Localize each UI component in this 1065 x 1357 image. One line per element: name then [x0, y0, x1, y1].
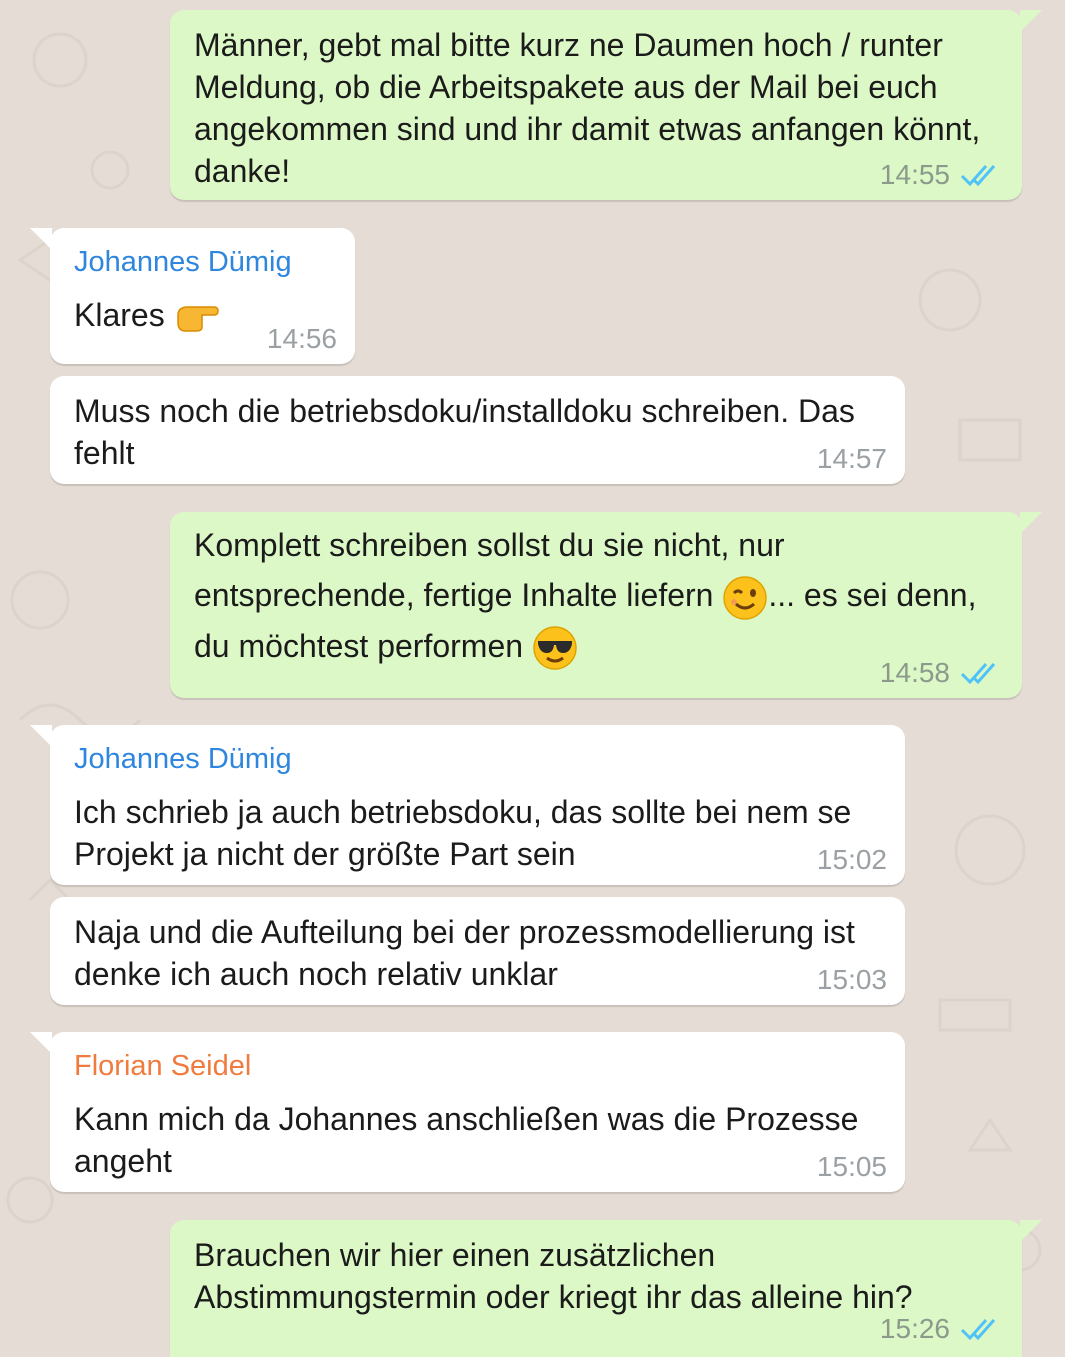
- message-bubble-outgoing[interactable]: Männer, gebt mal bitte kurz ne Daumen ho…: [170, 10, 1042, 200]
- sender-name: Florian Seidel: [74, 1050, 252, 1082]
- message-meta: 14:55: [880, 160, 1004, 190]
- message-text: Männer, gebt mal bitte kurz ne Daumen ho…: [194, 27, 990, 189]
- sender-name: Johannes Dümig: [74, 743, 292, 775]
- message-bubble-incoming[interactable]: Johannes Dümig Ich schrieb ja auch betri…: [30, 725, 905, 885]
- double-check-read-icon: [960, 663, 996, 685]
- message-meta: 15:26: [880, 1314, 1004, 1344]
- message-bubble-incoming[interactable]: Johannes Dümig Klares 14:56: [30, 228, 355, 364]
- message-time: 15:05: [816, 1151, 887, 1182]
- message-time: 14:55: [879, 159, 950, 190]
- winking-face-icon: [723, 575, 768, 620]
- message-bubble-incoming[interactable]: Muss noch die betriebsdoku/installdoku s…: [50, 376, 905, 484]
- message-text: Brauchen wir hier einen zusätzlichen Abs…: [194, 1237, 913, 1315]
- message-bubble-outgoing[interactable]: Komplett schreiben sollst du sie nicht, …: [170, 512, 1042, 698]
- message-meta: 15:05: [817, 1152, 887, 1182]
- message-meta: 14:58: [880, 658, 1004, 688]
- message-time: 15:02: [816, 844, 887, 875]
- bubble-tail: [1020, 10, 1042, 32]
- bubble-tail: [30, 1032, 52, 1054]
- message-time: 14:58: [879, 657, 950, 688]
- message-bubble-incoming[interactable]: Florian Seidel Kann mich da Johannes ans…: [30, 1032, 905, 1192]
- message-meta: 14:57: [817, 444, 887, 474]
- message-bubble-outgoing[interactable]: Brauchen wir hier einen zusätzlichen Abs…: [170, 1220, 1042, 1357]
- message-meta: 15:02: [817, 845, 887, 875]
- message-meta: 14:56: [267, 324, 337, 354]
- message-time: 14:56: [266, 323, 337, 354]
- message-meta: 15:03: [817, 965, 887, 995]
- message-time: 15:03: [816, 964, 887, 995]
- message-text: Klares: [74, 297, 165, 333]
- message-text: Muss noch die betriebsdoku/installdoku s…: [74, 393, 864, 471]
- message-text: Kann mich da Johannes anschließen was di…: [74, 1101, 868, 1179]
- bubble-tail: [1020, 1220, 1042, 1242]
- bubble-tail: [30, 725, 52, 747]
- message-time: 14:57: [816, 443, 887, 474]
- bubble-tail: [30, 228, 52, 250]
- message-text: Naja und die Aufteilung bei der prozessm…: [74, 914, 864, 992]
- message-time: 15:26: [879, 1313, 950, 1344]
- sender-name: Johannes Dümig: [74, 246, 292, 278]
- double-check-read-icon: [960, 165, 996, 187]
- backhand-index-pointing-right-icon: [176, 305, 219, 332]
- chat-view[interactable]: Männer, gebt mal bitte kurz ne Daumen ho…: [0, 0, 1065, 1357]
- smiling-face-with-sunglasses-icon: [533, 626, 577, 670]
- message-bubble-incoming[interactable]: Naja und die Aufteilung bei der prozessm…: [50, 897, 905, 1005]
- bubble-tail: [1020, 512, 1042, 534]
- double-check-read-icon: [960, 1319, 996, 1341]
- message-text: Komplett schreiben sollst du sie nicht, …: [194, 527, 794, 613]
- message-text: Ich schrieb ja auch betriebsdoku, das so…: [74, 794, 861, 872]
